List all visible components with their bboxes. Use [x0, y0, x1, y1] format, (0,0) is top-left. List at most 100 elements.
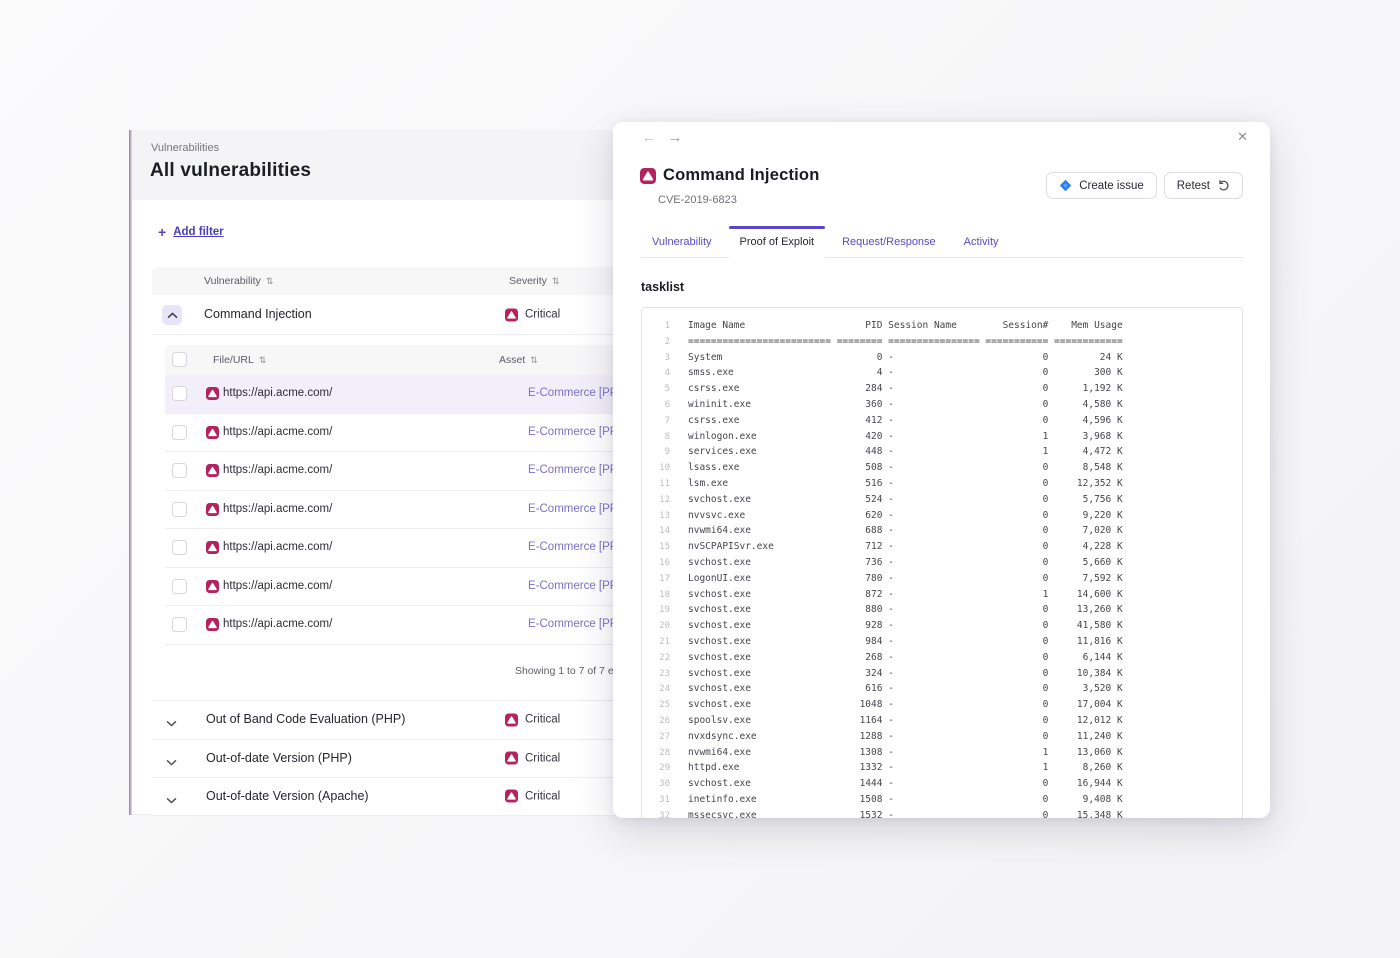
code-line: 9 services.exe 448 - 1 4,472 K [654, 446, 1230, 462]
code-text: svchost.exe 984 - 0 11,816 K [688, 636, 1123, 647]
code-text: svchost.exe 736 - 0 5,660 K [688, 557, 1123, 568]
row-checkbox[interactable] [172, 425, 187, 440]
asset-link[interactable]: E-Commerce [PP] [528, 426, 621, 438]
close-icon[interactable]: ✕ [1237, 129, 1248, 145]
code-line: 27 nvxdsync.exe 1288 - 0 11,240 K [654, 731, 1230, 747]
url-link[interactable]: https://api.acme.com/ [223, 387, 332, 399]
retest-button[interactable]: Retest [1164, 172, 1243, 199]
url-link[interactable]: https://api.acme.com/ [223, 541, 332, 553]
url-row[interactable]: https://api.acme.com/ E-Commerce [PP] [165, 529, 652, 568]
code-line: 19 svchost.exe 880 - 0 13,260 K [654, 604, 1230, 620]
tab[interactable]: Vulnerability [641, 226, 723, 258]
severity-label: Critical [525, 309, 560, 321]
tab[interactable]: Proof of Exploit [729, 226, 826, 258]
back-arrow-icon[interactable]: ← [639, 128, 659, 148]
line-number: 17 [654, 574, 670, 584]
chevron-down-icon[interactable] [166, 754, 177, 772]
code-text: Image Name PID Session Name Session# Mem… [688, 320, 1123, 331]
asset-link[interactable]: E-Commerce [PP] [528, 503, 621, 515]
plus-icon: + [158, 225, 166, 239]
code-line: 1 Image Name PID Session Name Session# M… [654, 320, 1230, 336]
severity-badge: Critical [505, 713, 560, 726]
row-checkbox[interactable] [172, 386, 187, 401]
vulnerability-name: Command Injection [204, 307, 312, 321]
url-row[interactable]: https://api.acme.com/ E-Commerce [PP] [165, 375, 652, 414]
code-line: 6 wininit.exe 360 - 0 4,580 K [654, 399, 1230, 415]
url-link[interactable]: https://api.acme.com/ [223, 503, 332, 515]
line-number: 24 [654, 684, 670, 694]
url-link[interactable]: https://api.acme.com/ [223, 464, 332, 476]
asset-link[interactable]: E-Commerce [PP] [528, 580, 621, 592]
forward-arrow-icon[interactable]: → [665, 128, 685, 148]
code-line: 28 nvwmi64.exe 1308 - 1 13,060 K [654, 747, 1230, 763]
row-checkbox[interactable] [172, 540, 187, 555]
critical-severity-icon [206, 426, 219, 444]
code-text: nvxdsync.exe 1288 - 0 11,240 K [688, 731, 1123, 742]
url-link[interactable]: https://api.acme.com/ [223, 580, 332, 592]
code-line: 14 nvwmi64.exe 688 - 0 7,020 K [654, 525, 1230, 541]
code-line: 15 nvSCPAPISvr.exe 712 - 0 4,228 K [654, 541, 1230, 557]
code-text: spoolsv.exe 1164 - 0 12,012 K [688, 715, 1123, 726]
url-row[interactable]: https://api.acme.com/ E-Commerce [PP] [165, 568, 652, 607]
code-text: nvwmi64.exe 1308 - 1 13,060 K [688, 747, 1123, 758]
row-checkbox[interactable] [172, 579, 187, 594]
line-number: 5 [654, 384, 670, 394]
asset-link[interactable]: E-Commerce [PP] [528, 541, 621, 553]
asset-link[interactable]: E-Commerce [PP] [528, 464, 621, 476]
select-all-checkbox[interactable] [172, 352, 187, 367]
url-row[interactable]: https://api.acme.com/ E-Commerce [PP] [165, 414, 652, 453]
add-filter-button[interactable]: + Add filter [158, 225, 224, 239]
severity-label: Critical [525, 790, 560, 802]
critical-severity-icon [505, 713, 518, 726]
vulnerability-table-header: Vulnerability⇅ Severity⇅ [152, 267, 652, 295]
line-number: 15 [654, 542, 670, 552]
url-row[interactable]: https://api.acme.com/ E-Commerce [PP] [165, 606, 652, 645]
vulnerability-row[interactable]: Out of Band Code Evaluation (PHP) Critic… [152, 700, 652, 739]
collapse-button[interactable] [162, 305, 182, 325]
url-link[interactable]: https://api.acme.com/ [223, 426, 332, 438]
column-header-asset[interactable]: Asset⇅ [499, 354, 538, 366]
column-header-vulnerability[interactable]: Vulnerability⇅ [204, 275, 273, 287]
url-row[interactable]: https://api.acme.com/ E-Commerce [PP] [165, 452, 652, 491]
row-checkbox[interactable] [172, 617, 187, 632]
vulnerability-row-expanded[interactable]: Command Injection Critical [152, 295, 652, 335]
code-text: svchost.exe 268 - 0 6,144 K [688, 652, 1123, 663]
line-number: 10 [654, 463, 670, 473]
breadcrumb[interactable]: Vulnerabilities [151, 142, 219, 154]
sort-icon: ⇅ [530, 355, 538, 365]
drawer-title: Command Injection [663, 166, 820, 185]
code-line: 26 spoolsv.exe 1164 - 0 12,012 K [654, 715, 1230, 731]
critical-severity-icon [505, 790, 518, 803]
code-text: LogonUI.exe 780 - 0 7,592 K [688, 573, 1123, 584]
tab[interactable]: Request/Response [831, 226, 947, 258]
severity-badge: Critical [505, 790, 560, 803]
code-text: svchost.exe 1444 - 0 16,944 K [688, 778, 1123, 789]
line-number: 21 [654, 637, 670, 647]
chevron-down-icon[interactable] [166, 792, 177, 810]
code-line: 12 svchost.exe 524 - 0 5,756 K [654, 494, 1230, 510]
url-link[interactable]: https://api.acme.com/ [223, 618, 332, 630]
line-number: 31 [654, 795, 670, 805]
line-number: 14 [654, 526, 670, 536]
critical-severity-icon [206, 618, 219, 636]
asset-link[interactable]: E-Commerce [PP] [528, 618, 621, 630]
file-url-table-header: File/URL⇅ Asset⇅ [165, 345, 652, 375]
line-number: 16 [654, 558, 670, 568]
tab[interactable]: Activity [953, 226, 1010, 258]
row-checkbox[interactable] [172, 463, 187, 478]
code-text: svchost.exe 928 - 0 41,580 K [688, 620, 1123, 631]
severity-badge: Critical [505, 308, 560, 321]
column-header-file-url[interactable]: File/URL⇅ [213, 354, 266, 366]
vulnerability-row[interactable]: Out-of-date Version (PHP) Critical [152, 739, 652, 778]
collapsed-vulnerabilities: Out of Band Code Evaluation (PHP) Critic… [152, 700, 652, 816]
tab-label: Request/Response [842, 236, 936, 248]
vulnerability-row[interactable]: Out-of-date Version (Apache) Critical [152, 777, 652, 816]
url-row[interactable]: https://api.acme.com/ E-Commerce [PP] [165, 491, 652, 530]
asset-link[interactable]: E-Commerce [PP] [528, 387, 621, 399]
create-issue-button[interactable]: Create issue [1046, 172, 1157, 199]
chevron-down-icon[interactable] [166, 715, 177, 733]
code-line: 29 httpd.exe 1332 - 1 8,260 K [654, 762, 1230, 778]
code-text: nvwmi64.exe 688 - 0 7,020 K [688, 525, 1123, 536]
column-header-severity[interactable]: Severity⇅ [509, 275, 559, 287]
row-checkbox[interactable] [172, 502, 187, 517]
